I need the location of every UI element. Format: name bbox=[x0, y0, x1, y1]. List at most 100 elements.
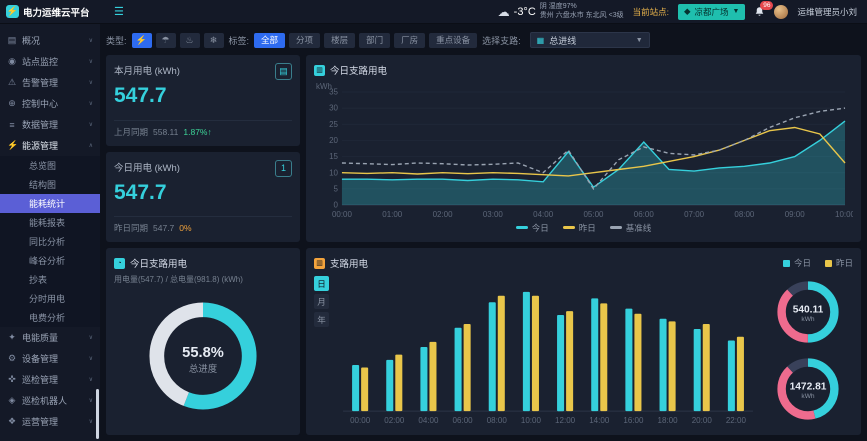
sidebar-item-控制中心[interactable]: ⊕控制中心∨ bbox=[0, 93, 100, 114]
avatar[interactable] bbox=[774, 5, 788, 19]
branch-icon: ▦ bbox=[537, 36, 545, 45]
sidebar-item-运营管理[interactable]: ❖运营管理∨ bbox=[0, 411, 100, 432]
period-toggle-年[interactable]: 年 bbox=[314, 312, 329, 327]
notifications-button[interactable]: 96 bbox=[754, 6, 765, 18]
chevron-down-icon: ∨ bbox=[89, 100, 93, 107]
tag-chip-楼层[interactable]: 楼层 bbox=[324, 33, 355, 48]
topbar: ⚡ 电力运维云平台 ☰ ☁ -3°C 阴 湿度97% 贵州 六盘水市 东北风 <… bbox=[0, 0, 867, 24]
svg-text:30: 30 bbox=[329, 104, 338, 113]
sidebar-scrollbar[interactable] bbox=[96, 389, 99, 439]
donut-icon: ◔ bbox=[114, 258, 125, 269]
submenu-item-抄表[interactable]: 抄表 bbox=[0, 270, 100, 289]
month-usage-value: 547.7 bbox=[114, 84, 292, 108]
bar-card-title: 支路用电 bbox=[330, 256, 368, 270]
sidebar-item-巡检管理[interactable]: ✜巡检管理∨ bbox=[0, 369, 100, 390]
type-gas-chip[interactable]: ♨ bbox=[180, 33, 200, 48]
svg-text:14:00: 14:00 bbox=[589, 416, 610, 425]
legend-item-昨日[interactable]: 昨日 bbox=[563, 222, 596, 234]
legend-marker bbox=[783, 260, 790, 267]
submenu-item-电费分析[interactable]: 电费分析 bbox=[0, 308, 100, 327]
today-usage-value: 547.7 bbox=[114, 181, 292, 205]
month-delta: 1.87%↑ bbox=[183, 127, 211, 137]
tag-chip-重点设备[interactable]: 重点设备 bbox=[429, 33, 477, 48]
svg-text:18:00: 18:00 bbox=[658, 416, 679, 425]
sidebar-item-电能质量[interactable]: ✦电能质量∨ bbox=[0, 327, 100, 348]
legend-item-基准线[interactable]: 基准线 bbox=[610, 222, 652, 234]
svg-text:1472.81: 1472.81 bbox=[790, 381, 827, 392]
sidebar-item-label: 电能质量 bbox=[22, 331, 84, 344]
tag-chip-厂房[interactable]: 厂房 bbox=[394, 33, 425, 48]
submenu-item-同比分析[interactable]: 同比分析 bbox=[0, 232, 100, 251]
数据管理-icon: ≡ bbox=[7, 120, 17, 130]
sidebar-item-label: 设备管理 bbox=[22, 352, 84, 365]
menu-collapse-icon[interactable]: ☰ bbox=[114, 5, 124, 18]
type-electric-chip[interactable]: ⚡ bbox=[132, 33, 152, 48]
legend-marker bbox=[563, 226, 575, 229]
submenu-item-能耗报表[interactable]: 能耗报表 bbox=[0, 213, 100, 232]
main-content: 类型: ⚡☂♨❄ 标签: 全部分项楼层部门厂房重点设备 选择支路: ▦ 总进线 … bbox=[100, 24, 867, 441]
legend-item-昨日[interactable]: 昨日 bbox=[825, 257, 853, 269]
svg-text:0: 0 bbox=[334, 201, 339, 210]
sidebar-item-label: 能源管理 bbox=[22, 139, 84, 152]
sidebar-item-label: 站点监控 bbox=[22, 55, 84, 68]
today-compare-value: 547.7 bbox=[153, 223, 174, 233]
type-air-chip[interactable]: ❄ bbox=[204, 33, 224, 48]
svg-text:02:00: 02:00 bbox=[433, 210, 454, 219]
type-chips: ⚡ ☂ ♨ ❄ bbox=[132, 33, 224, 48]
tag-chip-全部[interactable]: 全部 bbox=[254, 33, 285, 48]
能源管理-icon: ⚡ bbox=[7, 140, 17, 151]
sidebar-item-label: 数据管理 bbox=[22, 118, 84, 131]
legend-item-今日[interactable]: 今日 bbox=[516, 222, 549, 234]
branch-select[interactable]: ▦ 总进线 ▼ bbox=[530, 32, 650, 48]
legend-label: 昨日 bbox=[836, 257, 853, 269]
legend-label: 昨日 bbox=[579, 222, 596, 234]
sidebar-item-数据管理[interactable]: ≡数据管理∨ bbox=[0, 114, 100, 135]
svg-text:04:00: 04:00 bbox=[533, 210, 554, 219]
submenu-item-能耗统计[interactable]: 能耗统计 bbox=[0, 194, 100, 213]
sidebar-item-概况[interactable]: ▤概况∨ bbox=[0, 30, 100, 51]
svg-text:00:00: 00:00 bbox=[332, 210, 353, 219]
svg-text:kWh: kWh bbox=[801, 393, 815, 400]
sidebar-item-告警管理[interactable]: ⚠告警管理∨ bbox=[0, 72, 100, 93]
chevron-down-icon: ▼ bbox=[733, 8, 740, 15]
station-value: 凉都广场 bbox=[695, 6, 729, 18]
控制中心-icon: ⊕ bbox=[7, 98, 17, 109]
today-usage-title: 今日用电 (kWh) bbox=[114, 160, 180, 174]
sidebar-item-巡检机器人[interactable]: ◈巡检机器人∨ bbox=[0, 390, 100, 411]
period-toggle-日[interactable]: 日 bbox=[314, 276, 329, 291]
month-usage-card: 本月用电 (kWh) ▤ 547.7 上月同期 558.11 1.87%↑ bbox=[106, 55, 300, 146]
station-select[interactable]: ◆ 凉都广场 ▼ bbox=[678, 4, 746, 20]
period-toggle-月[interactable]: 月 bbox=[314, 294, 329, 309]
legend-item-今日[interactable]: 今日 bbox=[783, 257, 811, 269]
sidebar-item-label: 概况 bbox=[22, 34, 84, 47]
svg-text:20: 20 bbox=[329, 136, 338, 145]
svg-text:5: 5 bbox=[334, 184, 339, 193]
month-compare-label: 上月同期 bbox=[114, 126, 148, 138]
today-delta: 0% bbox=[179, 223, 191, 233]
calendar-day-icon: 1 bbox=[275, 160, 292, 177]
站点监控-icon: ◉ bbox=[7, 56, 17, 67]
type-water-chip[interactable]: ☂ bbox=[156, 33, 176, 48]
tag-chip-分项[interactable]: 分项 bbox=[289, 33, 320, 48]
svg-text:07:00: 07:00 bbox=[684, 210, 705, 219]
svg-text:09:00: 09:00 bbox=[785, 210, 806, 219]
svg-text:16:00: 16:00 bbox=[623, 416, 644, 425]
submenu-item-分时用电[interactable]: 分时用电 bbox=[0, 289, 100, 308]
dashboard-grid: 本月用电 (kWh) ▤ 547.7 上月同期 558.11 1.87%↑ 今日… bbox=[106, 55, 861, 435]
chevron-down-icon: ∨ bbox=[89, 334, 93, 341]
tag-chip-部门[interactable]: 部门 bbox=[359, 33, 390, 48]
submenu-item-结构图[interactable]: 结构图 bbox=[0, 175, 100, 194]
chevron-down-icon: ▼ bbox=[636, 37, 643, 44]
submenu-item-总览图[interactable]: 总览图 bbox=[0, 156, 100, 175]
sidebar-item-能源管理[interactable]: ⚡能源管理∧ bbox=[0, 135, 100, 156]
weather-temp: -3°C bbox=[514, 6, 536, 18]
chevron-down-icon: ∨ bbox=[89, 58, 93, 65]
user-name[interactable]: 运维管理员小刘 bbox=[797, 6, 857, 18]
tag-filter-label: 标签: bbox=[229, 34, 250, 47]
submenu-item-峰谷分析[interactable]: 峰谷分析 bbox=[0, 251, 100, 270]
branch-usage-line-chart: kWh0510152025303500:0001:0002:0003:0004:… bbox=[314, 80, 853, 221]
donut-card-title: 今日支路用电 bbox=[130, 256, 187, 270]
sidebar-item-设备管理[interactable]: ⚙设备管理∨ bbox=[0, 348, 100, 369]
sidebar-item-站点监控[interactable]: ◉ 站点监控 ∨ bbox=[0, 51, 100, 72]
filter-bar: 类型: ⚡☂♨❄ 标签: 全部分项楼层部门厂房重点设备 选择支路: ▦ 总进线 … bbox=[106, 30, 861, 50]
